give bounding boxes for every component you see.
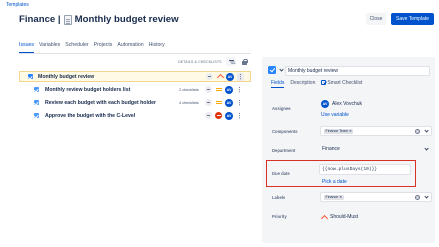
issue-summary[interactable]: Review each budget with each budget hold…	[45, 100, 156, 106]
issue-summary[interactable]: Monthly budget review	[38, 74, 94, 80]
labels-select[interactable]: Finance✕	[320, 192, 432, 202]
remove-chip-icon[interactable]: ✕	[349, 129, 352, 135]
filter-button[interactable]	[226, 57, 236, 66]
issue-row[interactable]: Monthly review budget holders list 2 che…	[19, 84, 251, 95]
department-select[interactable]: Finance	[320, 144, 432, 154]
priority-blocker-icon	[215, 112, 222, 119]
labels-label: Labels	[272, 195, 286, 200]
checklist-count: 4 checklists	[179, 100, 199, 105]
details-checklists-toggle[interactable]: DETAILS & CHECKLISTS	[178, 60, 222, 64]
avatar[interactable]: AV	[226, 72, 234, 81]
issue-row[interactable]: Review each budget with each budget hold…	[19, 97, 251, 108]
tab-variables[interactable]: Variables	[39, 42, 60, 51]
page-title-text: Monthly budget review	[74, 14, 179, 25]
chevron-down-icon[interactable]	[279, 68, 284, 73]
tabs-divider	[19, 53, 251, 54]
close-button[interactable]: Close	[366, 13, 386, 25]
more-actions-icon[interactable]	[236, 99, 243, 107]
label-chip-label: Finance	[325, 194, 339, 199]
issue-row[interactable]: Approve the budget with the C-Level AV	[19, 110, 251, 121]
priority-medium-icon	[216, 87, 222, 92]
tab-issues[interactable]: Issues	[19, 42, 34, 53]
collapse-icon[interactable]	[205, 112, 212, 119]
page-title-row: Finance | Monthly budget review	[19, 14, 179, 25]
tab-smart-checklist[interactable]: Smart Checklist	[321, 80, 362, 86]
smart-checklist-icon	[321, 80, 327, 85]
summary-input[interactable]: Monthly budget review	[285, 66, 430, 76]
priority-medium-icon	[216, 100, 222, 105]
priority-high-icon	[217, 74, 223, 79]
collapse-icon[interactable]	[205, 99, 212, 106]
department-value: Finance	[322, 146, 340, 152]
save-template-button[interactable]: Save Template	[391, 13, 434, 25]
more-actions-icon[interactable]	[236, 86, 243, 94]
clear-icon[interactable]	[415, 194, 420, 200]
department-label: Department	[272, 148, 296, 153]
avatar[interactable]: AV	[225, 85, 233, 94]
page-title: Finance | Monthly budget review	[19, 14, 179, 25]
assignee-value[interactable]: AV Alex Vovchuk	[321, 100, 362, 108]
priority-high-icon	[321, 215, 327, 220]
component-chip-label: Finance Team	[325, 128, 349, 133]
assignee-name: Alex Vovchuk	[332, 101, 363, 107]
tab-automation[interactable]: Automation	[117, 42, 143, 51]
tab-history[interactable]: History	[149, 42, 165, 51]
label-chip: Finance✕	[324, 194, 344, 201]
document-icon	[63, 14, 72, 25]
issue-summary[interactable]: Monthly review budget holders list	[45, 87, 130, 93]
lock-icon[interactable]	[240, 57, 249, 66]
use-variable-link[interactable]: Use variable	[321, 112, 349, 118]
panel-tabs: Fields Description Smart Checklist	[271, 80, 362, 88]
collapse-icon[interactable]	[205, 86, 212, 93]
tab-fields[interactable]: Fields	[271, 80, 285, 88]
issue-summary[interactable]: Approve the budget with the C-Level	[45, 113, 135, 119]
components-select[interactable]: Finance Team✕	[320, 126, 432, 136]
page-title-prefix: Finance |	[19, 14, 61, 25]
component-chip: Finance Team✕	[324, 128, 354, 135]
more-actions-icon[interactable]	[236, 112, 243, 120]
collapse-icon[interactable]	[206, 73, 213, 80]
issue-row-parent[interactable]: Monthly budget review AV	[19, 71, 251, 82]
chevron-down-icon[interactable]	[424, 195, 429, 200]
tab-projects[interactable]: Projects	[94, 42, 113, 51]
subtask-icon	[34, 113, 39, 118]
assignee-avatar: AV	[321, 100, 329, 108]
tab-smart-checklist-label: Smart Checklist	[327, 80, 363, 86]
priority-value[interactable]: Should-Must	[321, 214, 358, 220]
chevron-down-icon[interactable]	[424, 129, 429, 134]
pick-a-date-link[interactable]: Pick a date	[322, 179, 347, 185]
components-label: Components	[272, 129, 298, 134]
subtask-icon	[34, 87, 39, 92]
issue-type-checkbox-icon[interactable]	[268, 66, 276, 74]
panel-header	[268, 66, 284, 74]
due-date-label: Due date	[272, 171, 290, 176]
clear-icon[interactable]	[415, 128, 420, 134]
remove-chip-icon[interactable]: ✕	[339, 195, 342, 201]
task-icon	[28, 74, 33, 79]
tab-description[interactable]: Description	[290, 80, 315, 86]
chevron-down-icon[interactable]	[424, 147, 429, 152]
due-date-input[interactable]: {{now.plusDays(10)}}	[319, 164, 411, 175]
avatar[interactable]: AV	[225, 98, 233, 107]
tab-scheduler[interactable]: Scheduler	[65, 42, 88, 51]
assignee-label: Assignee	[272, 106, 291, 111]
breadcrumb[interactable]: Templates	[6, 2, 29, 8]
subtask-icon	[34, 100, 39, 105]
priority-value-text: Should-Must	[330, 214, 359, 220]
avatar[interactable]: AV	[225, 111, 233, 120]
main-tabs: Issues Variables Scheduler Projects Auto…	[19, 42, 165, 53]
more-actions-icon[interactable]	[237, 72, 244, 81]
priority-label: Priority	[272, 214, 287, 219]
checklist-count: 2 checklists	[179, 87, 199, 92]
